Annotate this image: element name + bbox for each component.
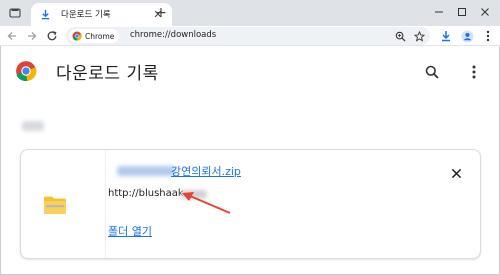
forward-button[interactable]: [24, 28, 40, 44]
page-title: 다운로드 기록: [56, 64, 159, 84]
back-button[interactable]: [4, 28, 20, 44]
download-icon: [41, 9, 50, 20]
chrome-logo-icon: [16, 61, 37, 82]
star-icon: [413, 30, 425, 42]
remove-download-button[interactable]: [447, 164, 465, 182]
source-url-redacted: [181, 190, 207, 199]
card-divider: [105, 150, 106, 258]
reload-icon: [47, 31, 57, 41]
site-chip[interactable]: Chrome: [69, 29, 120, 43]
reload-button[interactable]: [44, 28, 60, 44]
site-chip-label: Chrome: [85, 31, 115, 41]
bookmark-button[interactable]: [412, 29, 426, 43]
window-close-button[interactable]: [474, 3, 496, 21]
tab-search-button[interactable]: [4, 4, 26, 22]
address-bar[interactable]: Chrome chrome://downloads: [66, 27, 430, 45]
download-icon: [442, 31, 450, 42]
url-text[interactable]: chrome://downloads: [130, 30, 216, 40]
maximize-icon: [458, 8, 466, 16]
tab-downloads[interactable]: 다운로드 기록 ✕: [31, 3, 172, 26]
tab-strip: 다운로드 기록 ✕ +: [0, 0, 500, 26]
more-vert-icon: [472, 65, 476, 79]
arrow-left-icon: [7, 32, 16, 40]
downloads-button[interactable]: [438, 28, 454, 44]
profile-button[interactable]: [459, 28, 475, 44]
maximize-button[interactable]: [451, 3, 473, 21]
search-downloads-button[interactable]: [422, 62, 442, 82]
file-name-prefix-redacted: [117, 166, 175, 176]
new-tab-button[interactable]: +: [152, 4, 170, 22]
page-menu-button[interactable]: [464, 62, 484, 82]
zoom-button[interactable]: [393, 29, 407, 43]
search-icon: [425, 65, 439, 79]
more-vert-icon: [486, 30, 490, 42]
close-icon: [481, 8, 489, 16]
minimize-icon: [435, 11, 443, 13]
close-icon: [451, 168, 461, 178]
download-item-card: 강연의뢰서.zip http://blushaak 폴더 열기: [20, 149, 481, 259]
open-folder-link[interactable]: 폴더 열기: [108, 223, 152, 239]
file-name-link[interactable]: 강연의뢰서.zip: [171, 163, 241, 179]
plus-icon: +: [155, 5, 167, 21]
date-heading-redacted: [22, 121, 44, 131]
minimize-button[interactable]: [428, 3, 450, 21]
arrow-right-icon: [28, 32, 37, 40]
tab-search-icon: [9, 8, 21, 18]
toolbar: Chrome chrome://downloads: [0, 26, 500, 46]
profile-icon: [460, 29, 474, 43]
folder-icon: [44, 196, 66, 214]
zoom-icon: [395, 31, 406, 42]
source-url[interactable]: http://blushaak: [108, 188, 184, 199]
browser-menu-button[interactable]: [480, 28, 496, 44]
chrome-logo-icon: [72, 31, 82, 41]
tab-title: 다운로드 기록: [61, 10, 111, 20]
